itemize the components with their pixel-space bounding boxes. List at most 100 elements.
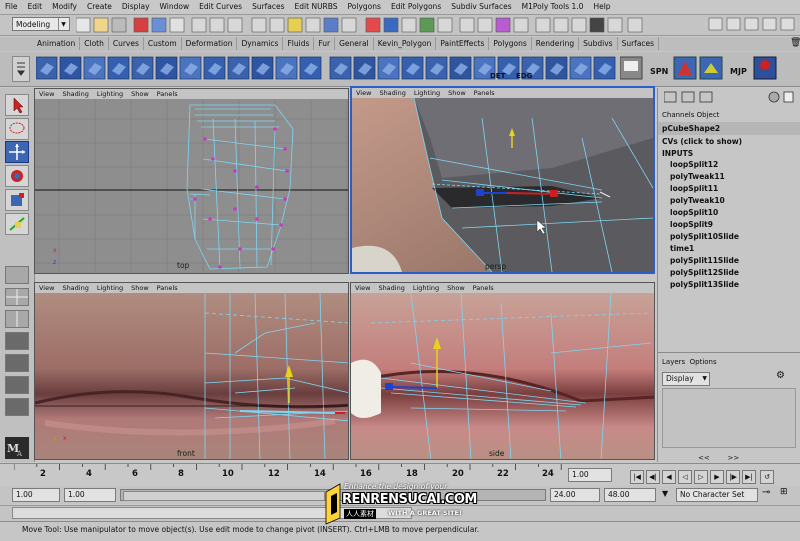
loop-icon[interactable]: ↺: [760, 470, 774, 484]
playback-start-field[interactable]: 1.00: [64, 488, 116, 502]
channel-box-icons[interactable]: [664, 90, 794, 106]
tab-channels[interactable]: Channels: [662, 111, 694, 119]
tab-fur[interactable]: Fur: [314, 37, 336, 50]
layout-single-icon[interactable]: [5, 266, 29, 284]
lighting-menu[interactable]: Lighting: [93, 284, 127, 292]
lasso-tool-icon[interactable]: [5, 118, 29, 140]
layout-two-icon[interactable]: [5, 310, 29, 328]
menu-m1poly-tools[interactable]: M1Poly Tools 1.0: [517, 0, 589, 11]
tab-dynamics[interactable]: Dynamics: [237, 37, 284, 50]
shelf-custom-buttons[interactable]: [620, 55, 790, 83]
tab-surfaces[interactable]: Surfaces: [618, 37, 660, 50]
go-to-end-icon[interactable]: ▶|: [742, 470, 756, 484]
viewport-front[interactable]: View Shading Lighting Show Panels front y x: [34, 282, 349, 460]
layer-list[interactable]: [662, 388, 796, 448]
panels-menu[interactable]: Panels: [153, 284, 182, 292]
show-menu[interactable]: Show: [127, 284, 153, 292]
viewport-top[interactable]: View Shading Lighting Show Panels top x z: [34, 88, 349, 274]
shelf-buttons[interactable]: [36, 55, 656, 83]
viewport-side[interactable]: View Shading Lighting Show Panels side: [350, 282, 655, 460]
node-name[interactable]: pCubeShape2: [662, 124, 720, 133]
persp-view-canvas[interactable]: [352, 98, 653, 272]
layer-options-icon[interactable]: ⚙: [776, 370, 785, 381]
top-view-canvas[interactable]: [35, 99, 349, 274]
character-set-field[interactable]: No Character Set: [676, 488, 758, 502]
go-to-start-icon[interactable]: |◀: [630, 470, 644, 484]
menu-polygons[interactable]: Polygons: [343, 0, 386, 11]
play-backward-icon[interactable]: ◁: [678, 470, 692, 484]
layout-render-icon[interactable]: [5, 398, 29, 416]
input-node[interactable]: loopSplit11: [670, 184, 718, 193]
input-node[interactable]: polySplit12Slide: [670, 268, 739, 277]
manipulator-tool-icon[interactable]: [5, 213, 29, 235]
menu-edit[interactable]: Edit: [23, 0, 48, 11]
viewport-persp[interactable]: View Shading Lighting Show Panels persp: [350, 86, 655, 274]
tab-deformation[interactable]: Deformation: [182, 37, 238, 50]
shading-menu[interactable]: Shading: [375, 89, 409, 97]
scale-tool-icon[interactable]: [5, 189, 29, 211]
menu-display[interactable]: Display: [117, 0, 155, 11]
view-menu[interactable]: View: [35, 284, 58, 292]
rotate-tool-icon[interactable]: [5, 165, 29, 187]
show-menu[interactable]: Show: [443, 284, 469, 292]
menu-subdiv-surfaces[interactable]: Subdiv Surfaces: [446, 0, 516, 11]
tab-object[interactable]: Object: [697, 111, 720, 119]
menu-file[interactable]: File: [0, 0, 23, 11]
layout-four-icon[interactable]: [5, 288, 29, 306]
tab-curves[interactable]: Curves: [109, 37, 144, 50]
menu-edit-curves[interactable]: Edit Curves: [194, 0, 247, 11]
tab-kevin-polygon[interactable]: Kevin_Polygon: [374, 37, 437, 50]
show-menu[interactable]: Show: [444, 89, 470, 97]
panels-menu[interactable]: Panels: [469, 284, 498, 292]
tab-animation[interactable]: Animation: [33, 37, 81, 50]
status-line-icons[interactable]: [76, 17, 656, 35]
layout-hypershade-icon[interactable]: [5, 376, 29, 394]
move-tool-icon[interactable]: [5, 141, 29, 163]
trash-icon[interactable]: 🗑: [790, 38, 800, 48]
side-view-canvas[interactable]: [351, 293, 655, 460]
menu-edit-nurbs[interactable]: Edit NURBS: [290, 0, 343, 11]
step-forward-key-icon[interactable]: |▶: [726, 470, 740, 484]
end-time-field[interactable]: 48.00: [604, 488, 656, 502]
play-forward-icon[interactable]: ▷: [694, 470, 708, 484]
layers-menu[interactable]: Layers: [662, 358, 685, 366]
menu-help[interactable]: Help: [588, 0, 615, 11]
layout-toggle-icons[interactable]: [707, 17, 797, 32]
tab-cloth[interactable]: Cloth: [80, 37, 109, 50]
options-menu[interactable]: Options: [690, 358, 717, 366]
shading-menu[interactable]: Shading: [374, 284, 408, 292]
lighting-menu[interactable]: Lighting: [410, 89, 444, 97]
input-node[interactable]: time1: [670, 244, 694, 253]
input-node[interactable]: polyTweak10: [670, 196, 725, 205]
shading-menu[interactable]: Shading: [58, 90, 92, 98]
lighting-menu[interactable]: Lighting: [409, 284, 443, 292]
input-node[interactable]: polyTweak11: [670, 172, 725, 181]
panels-menu[interactable]: Panels: [470, 89, 499, 97]
menu-surfaces[interactable]: Surfaces: [247, 0, 289, 11]
front-view-canvas[interactable]: [35, 293, 349, 460]
menu-edit-polygons[interactable]: Edit Polygons: [386, 0, 446, 11]
select-tool-icon[interactable]: [5, 94, 29, 116]
input-node[interactable]: polySplit10Slide: [670, 232, 739, 241]
input-node[interactable]: loopSplit10: [670, 208, 718, 217]
layer-type-select[interactable]: Display ▼: [662, 372, 710, 386]
tab-general[interactable]: General: [335, 37, 374, 50]
playback-end-field[interactable]: 24.00: [550, 488, 600, 502]
menu-create[interactable]: Create: [82, 0, 117, 11]
cvs-toggle[interactable]: CVs (click to show): [662, 137, 742, 146]
current-frame-field[interactable]: 1.00: [568, 468, 612, 482]
auto-key-icon[interactable]: ⊞: [780, 487, 788, 497]
lighting-menu[interactable]: Lighting: [93, 90, 127, 98]
layout-outliner-icon[interactable]: [5, 332, 29, 350]
step-back-icon[interactable]: ◀: [662, 470, 676, 484]
channel-box-scroll-arrows[interactable]: << >>: [698, 454, 739, 462]
tab-subdivs[interactable]: Subdivs: [579, 37, 618, 50]
panels-menu[interactable]: Panels: [153, 90, 182, 98]
step-forward-icon[interactable]: ▶: [710, 470, 724, 484]
input-node[interactable]: loopSplit9: [670, 220, 713, 229]
view-menu[interactable]: View: [352, 89, 375, 97]
tab-polygons[interactable]: Polygons: [489, 37, 532, 50]
shading-menu[interactable]: Shading: [58, 284, 92, 292]
input-node[interactable]: polySplit11Slide: [670, 256, 739, 265]
view-menu[interactable]: View: [351, 284, 374, 292]
